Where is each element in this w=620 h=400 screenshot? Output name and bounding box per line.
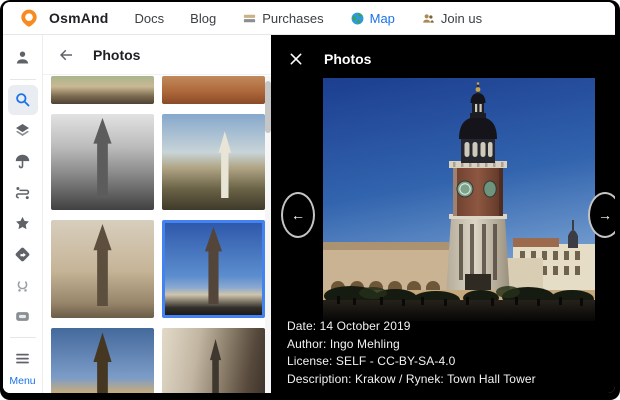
main-photo xyxy=(323,78,595,321)
photo-license: License: SELF - CC-BY-SA-4.0 xyxy=(287,353,536,371)
photos-panel-title: Photos xyxy=(93,47,140,63)
photo-thumbnail[interactable] xyxy=(162,328,265,393)
viewer-header: Photos xyxy=(271,35,615,68)
sidebar-item-widget[interactable] xyxy=(8,301,38,331)
photo-thumbnail[interactable] xyxy=(162,114,265,210)
sidebar-divider-bottom xyxy=(10,337,36,338)
photo-metadata: Date: 14 October 2019 Author: Ingo Mehli… xyxy=(287,318,536,388)
photo-thumbnail[interactable] xyxy=(162,76,265,104)
sidebar-item-layers[interactable] xyxy=(8,116,38,146)
sidebar-item-favorites[interactable] xyxy=(8,209,38,239)
widget-icon xyxy=(13,307,32,326)
sidebar-divider xyxy=(10,79,36,80)
purchases-icon xyxy=(242,11,257,26)
photo-grid xyxy=(51,76,265,393)
route-icon xyxy=(13,183,32,202)
photo-date: Date: 14 October 2019 xyxy=(287,318,536,336)
sidebar-item-umbrella[interactable] xyxy=(8,147,38,177)
nav-docs-link[interactable]: Docs xyxy=(135,11,165,26)
back-arrow-icon xyxy=(57,46,75,64)
photos-list-panel: Photos xyxy=(43,35,271,393)
nav-purchases-link[interactable]: Purchases xyxy=(242,11,323,26)
sidebar-item-track-loop[interactable] xyxy=(8,270,38,300)
back-button[interactable] xyxy=(56,45,76,65)
people-icon xyxy=(421,11,436,26)
viewer-title: Photos xyxy=(324,51,371,67)
close-button[interactable] xyxy=(287,50,305,68)
photo-thumbnail[interactable] xyxy=(51,328,154,393)
account-icon xyxy=(13,48,32,67)
right-arrow-icon: → xyxy=(598,208,612,222)
nav-join-us-link[interactable]: Join us xyxy=(421,11,482,26)
previous-photo-button[interactable]: ← xyxy=(281,192,315,238)
loop-icon xyxy=(13,276,32,295)
hamburger-icon xyxy=(13,349,32,368)
osmand-logo-icon xyxy=(19,8,39,28)
menu-label[interactable]: Menu xyxy=(9,375,35,387)
brand-name[interactable]: OsmAnd xyxy=(49,10,109,26)
sidebar-item-search[interactable] xyxy=(8,85,38,115)
search-icon xyxy=(13,90,32,109)
browser-window: OsmAnd Docs Blog Purchases Map xyxy=(0,0,620,400)
next-photo-button[interactable]: → xyxy=(588,192,615,238)
photo-thumbnail[interactable] xyxy=(51,76,154,104)
star-icon xyxy=(13,214,32,233)
photo-thumbnail[interactable] xyxy=(51,114,154,210)
umbrella-icon xyxy=(13,152,32,171)
nav-map-link[interactable]: Map xyxy=(350,11,395,26)
sidebar-menu-button[interactable] xyxy=(8,343,38,373)
town-hall-tower-photo xyxy=(323,78,595,321)
photo-thumbnail-selected[interactable] xyxy=(162,220,265,318)
globe-icon xyxy=(350,11,365,26)
left-arrow-icon: ← xyxy=(291,208,305,222)
layers-icon xyxy=(13,121,32,140)
directions-icon xyxy=(13,245,32,264)
nav-blog-link[interactable]: Blog xyxy=(190,11,216,26)
photo-thumbnail[interactable] xyxy=(51,220,154,318)
photo-viewer-panel: Photos xyxy=(271,35,615,393)
osmand-web-app: OsmAnd Docs Blog Purchases Map xyxy=(3,2,615,393)
photo-description: Description: Krakow / Rynek: Town Hall T… xyxy=(287,371,536,389)
sidebar-item-plan-route[interactable] xyxy=(8,178,38,208)
sidebar-item-navigation[interactable] xyxy=(8,239,38,269)
content-row: Menu Photos xyxy=(3,35,615,393)
photo-author: Author: Ingo Mehling xyxy=(287,336,536,354)
sidebar-item-account[interactable] xyxy=(8,43,38,73)
top-navbar: OsmAnd Docs Blog Purchases Map xyxy=(3,2,615,35)
map-tools-sidebar: Menu xyxy=(3,35,43,393)
close-icon xyxy=(288,51,304,67)
photos-panel-header: Photos xyxy=(43,35,271,75)
